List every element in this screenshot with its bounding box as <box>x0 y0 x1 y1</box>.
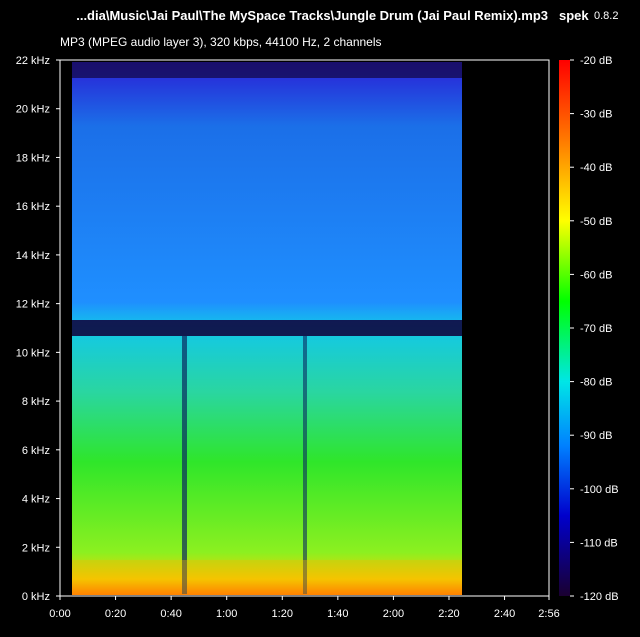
time-tick-label: 0:20 <box>105 608 126 620</box>
frequency-tick-label: 14 kHz <box>16 250 50 262</box>
db-tick-label: -50 dB <box>580 216 612 228</box>
frequency-tick-label: 6 kHz <box>22 445 50 457</box>
frequency-tick-label: 10 kHz <box>16 347 50 359</box>
time-tick-label: 2:20 <box>438 608 459 620</box>
db-tick-label: -120 dB <box>580 591 619 603</box>
frequency-tick-label: 18 kHz <box>16 152 50 164</box>
frequency-tick-label: 12 kHz <box>16 299 50 311</box>
time-tick-label: 1:00 <box>216 608 237 620</box>
db-tick-label: -60 dB <box>580 269 612 281</box>
db-tick-label: -30 dB <box>580 109 612 121</box>
spectrogram-gap <box>182 336 187 594</box>
frequency-tick-label: 4 kHz <box>22 494 50 506</box>
db-tick-label: -40 dB <box>580 162 612 174</box>
db-axis: -20 dB -30 dB -40 dB -50 dB -60 dB -70 dB -80 … <box>570 55 619 603</box>
frequency-tick-label: 16 kHz <box>16 201 50 213</box>
time-tick-label: 0:40 <box>160 608 181 620</box>
db-color-scale <box>559 60 570 596</box>
db-tick-label: -70 dB <box>580 323 612 335</box>
time-tick-label: 1:20 <box>272 608 293 620</box>
db-tick-label: -100 dB <box>580 484 619 496</box>
frequency-axis: 0 kHz 2 kHz 4 kHz 6 kHz 8 kHz 10 kHz 12 kHz 14 … <box>16 55 60 603</box>
time-tick-label: 2:40 <box>494 608 515 620</box>
time-tick-label: 2:56 <box>538 608 559 620</box>
db-tick-label: -110 dB <box>580 537 618 549</box>
time-tick-label: 0:00 <box>49 608 70 620</box>
frequency-tick-label: 2 kHz <box>22 542 50 554</box>
spectrogram-figure: 0 kHz 2 kHz 4 kHz 6 kHz 8 kHz 10 kHz 12 kHz 14 … <box>16 55 619 620</box>
spectrogram-low-band <box>72 560 462 595</box>
frequency-tick-label: 0 kHz <box>22 591 50 603</box>
db-tick-label: -20 dB <box>580 55 612 67</box>
frequency-tick-label: 20 kHz <box>16 104 50 116</box>
time-tick-label: 1:40 <box>327 608 348 620</box>
spectrogram-top-band <box>72 62 462 78</box>
spectrogram-gap <box>303 336 307 594</box>
time-axis: 0:00 0:20 0:40 1:00 1:20 1:40 2:00 2:20 2:40 2:56 <box>49 596 560 620</box>
frequency-tick-label: 22 kHz <box>16 55 50 67</box>
db-tick-label: -90 dB <box>580 430 612 442</box>
db-tick-label: -80 dB <box>580 377 612 389</box>
time-tick-label: 2:00 <box>383 608 404 620</box>
frequency-tick-label: 8 kHz <box>22 396 50 408</box>
spectrogram-notch-band <box>72 320 462 336</box>
